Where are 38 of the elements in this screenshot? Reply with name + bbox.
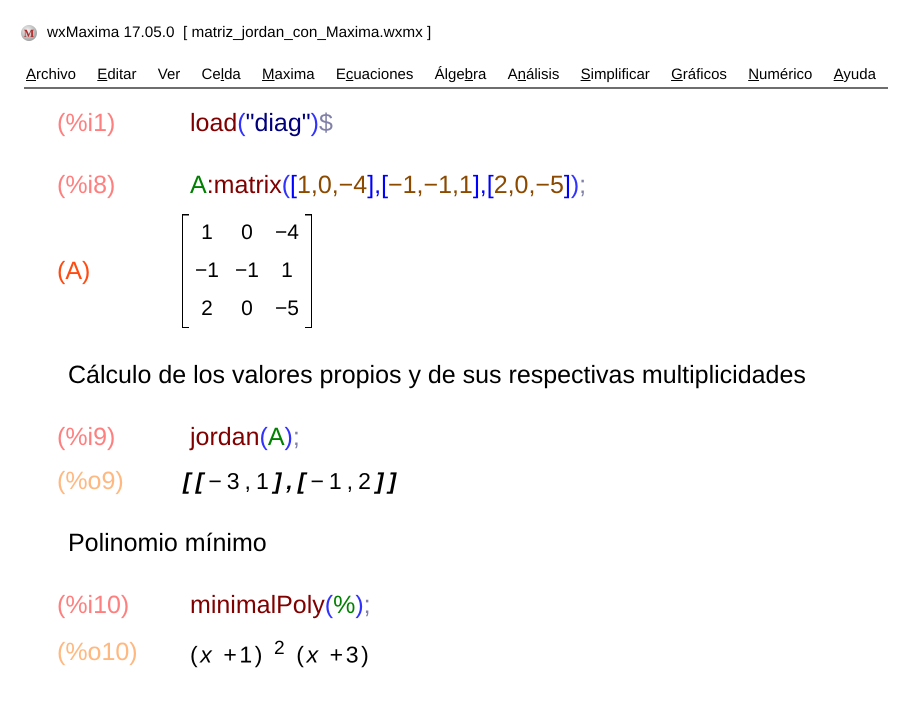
code-input[interactable]: load("diag")$ (190, 108, 333, 138)
menu-item[interactable]: Ayuda (834, 66, 876, 83)
matrix-entry: −5 (275, 296, 299, 322)
matrix-entry: 1 (281, 258, 293, 284)
matrix-entry: 1 (201, 220, 213, 246)
code-input[interactable]: A:matrix([1,0,−4],[−1,−1,1],[2,0,−5]); (190, 170, 586, 200)
output-label: (A) (57, 256, 90, 286)
menu-item[interactable]: Ver (158, 66, 180, 83)
matrix-entry: −1 (195, 258, 219, 284)
output-label: (%o9) (57, 466, 124, 496)
menu-item[interactable]: Simplificar (580, 66, 650, 83)
menu-item[interactable]: Editar (97, 66, 136, 83)
menu-item[interactable]: Maxima (262, 66, 315, 83)
menu-item[interactable]: Archivo (26, 66, 76, 83)
menu-item[interactable]: Gráficos (671, 66, 727, 83)
comment-text: Cálculo de los valores propios y de sus respectivas multiplicidades (67, 360, 806, 390)
code-input[interactable]: minimalPoly(%); (190, 590, 371, 620)
window-title: wxMaxima 17.05.0 [ matriz_jordan_con_Maxima.wxmx ] (47, 24, 432, 42)
matrix-entry: −1 (235, 258, 259, 284)
matrix-entry: 2 (201, 296, 213, 322)
formula-output: (x +1) $^{2}$ (x +3) (190, 637, 372, 670)
matrix-entry: 0 (241, 220, 253, 246)
menu-item[interactable]: Álgebra (434, 66, 486, 83)
matrix-entry: −4 (275, 220, 299, 246)
matrix-entry: 0 (241, 296, 253, 322)
input-prompt: (%i8) (57, 170, 116, 200)
menu-item[interactable]: Análisis (508, 66, 560, 83)
list-output: [[−3,1],[−1,2]] (183, 467, 402, 496)
code-input[interactable]: jordan(A); (190, 422, 300, 452)
input-prompt: (%i1) (57, 108, 116, 138)
menu-item[interactable]: Numérico (748, 66, 812, 83)
menu-item[interactable]: Celda (202, 66, 241, 83)
input-prompt: (%i9) (57, 422, 116, 452)
app-logo-icon: M (21, 25, 37, 41)
menu-item[interactable]: Ecuaciones (336, 66, 414, 83)
output-label: (%o10) (57, 636, 138, 667)
comment-text: Polinomio mínimo (67, 528, 267, 558)
input-prompt: (%i10) (57, 590, 130, 620)
